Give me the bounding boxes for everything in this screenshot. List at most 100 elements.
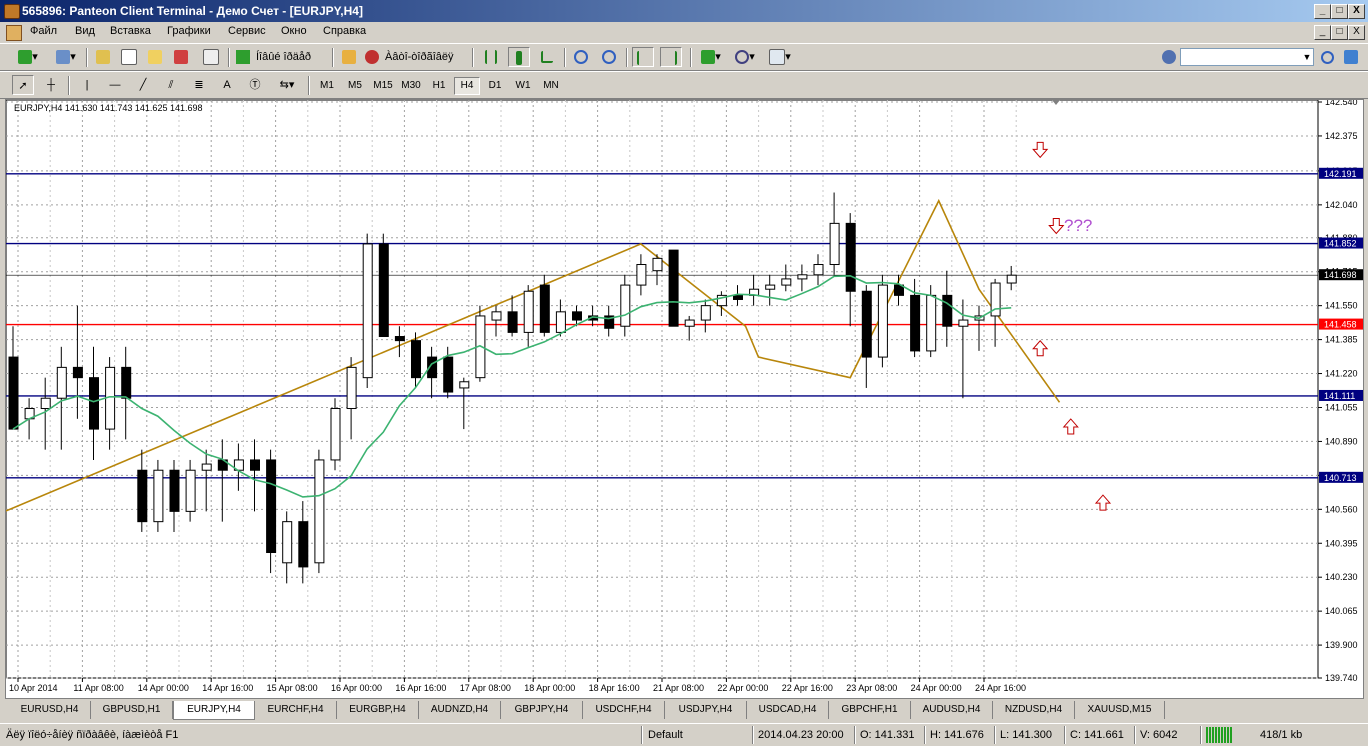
candle-body bbox=[201, 463, 212, 471]
candle bbox=[604, 305, 615, 337]
x-tick-label: 16 Apr 16:00 bbox=[395, 683, 446, 693]
menu-help[interactable]: Справка bbox=[323, 25, 366, 37]
candle-body bbox=[733, 294, 743, 300]
metaeditor-icon[interactable] bbox=[338, 47, 360, 67]
search-input[interactable] bbox=[1180, 48, 1314, 66]
tab-nzdusd-h4[interactable]: NZDUSD,H4 bbox=[993, 701, 1075, 719]
tab-usdchf-h4[interactable]: USDCHF,H4 bbox=[583, 701, 665, 719]
options-gear-icon[interactable] bbox=[1158, 47, 1180, 67]
line-chart-icon[interactable] bbox=[536, 47, 558, 67]
community-icon[interactable] bbox=[1340, 47, 1362, 67]
candle-body bbox=[137, 469, 148, 523]
candle bbox=[749, 274, 760, 306]
new-chart-button[interactable]: ▾ bbox=[12, 47, 44, 67]
y-tick-label: 141.220 bbox=[1325, 369, 1358, 379]
tab-usdcad-h4[interactable]: USDCAD,H4 bbox=[747, 701, 829, 719]
level-price-label: 141.111 bbox=[1324, 391, 1355, 401]
tf-d1[interactable]: D1 bbox=[482, 77, 508, 95]
level-arrow-marker bbox=[1032, 141, 1049, 159]
fibonacci-icon[interactable]: ≣ bbox=[188, 75, 210, 95]
x-tick-label: 22 Apr 00:00 bbox=[717, 683, 768, 693]
navigator-icon[interactable] bbox=[144, 47, 166, 67]
vertical-line-icon[interactable]: | bbox=[76, 75, 98, 95]
tf-w1[interactable]: W1 bbox=[510, 77, 536, 95]
horizontal-line-icon[interactable]: — bbox=[104, 75, 126, 95]
tab-eurchf-h4[interactable]: EURCHF,H4 bbox=[255, 701, 337, 719]
candle-body bbox=[89, 377, 99, 430]
tf-h1[interactable]: H1 bbox=[426, 77, 452, 95]
menu-insert[interactable]: Вставка bbox=[110, 25, 151, 37]
maximize-button[interactable]: □ bbox=[1331, 4, 1348, 19]
candle bbox=[378, 233, 389, 338]
chart-annotation-text: ??? bbox=[1064, 216, 1092, 235]
tab-gbpchf-h1[interactable]: GBPCHF,H1 bbox=[829, 701, 911, 719]
chart-window-icon[interactable] bbox=[6, 25, 22, 41]
level-price-label: 141.458 bbox=[1324, 320, 1357, 330]
bar-chart-icon[interactable] bbox=[480, 47, 502, 67]
market-watch-icon[interactable] bbox=[92, 47, 114, 67]
menu-charts[interactable]: Графики bbox=[167, 25, 211, 37]
profiles-button[interactable]: ▾ bbox=[50, 47, 82, 67]
mdi-close-button[interactable]: X bbox=[1348, 25, 1365, 40]
tf-m30[interactable]: M30 bbox=[398, 77, 424, 95]
chart-shift-icon[interactable] bbox=[660, 47, 682, 67]
templates-button[interactable]: ▾ bbox=[764, 47, 796, 67]
candle-body bbox=[813, 264, 824, 276]
status-low: L: 141.300 bbox=[1000, 729, 1052, 741]
menu-tools[interactable]: Сервис bbox=[228, 25, 266, 37]
candle-body bbox=[250, 459, 260, 471]
zoom-in-icon[interactable] bbox=[570, 47, 592, 67]
text-label-icon[interactable]: Ⓣ bbox=[244, 75, 266, 95]
indicators-button[interactable]: ▾ bbox=[696, 47, 726, 67]
tf-m5[interactable]: M5 bbox=[342, 77, 368, 95]
candle-body bbox=[652, 257, 663, 272]
menu-window[interactable]: Окно bbox=[281, 25, 307, 37]
tab-eurusd-h4[interactable]: EURUSD,H4 bbox=[9, 701, 91, 719]
search-dropdown-icon[interactable]: ▼ bbox=[1300, 48, 1314, 66]
tf-m15[interactable]: M15 bbox=[370, 77, 396, 95]
candle bbox=[861, 285, 872, 388]
mdi-restore-button[interactable]: □ bbox=[1331, 25, 1348, 40]
trendline-icon[interactable]: ╱ bbox=[132, 75, 154, 95]
level-price-label: 140.713 bbox=[1324, 473, 1357, 483]
candle bbox=[894, 274, 904, 306]
tab-audusd-h4[interactable]: AUDUSD,H4 bbox=[911, 701, 993, 719]
tab-xauusd-m15[interactable]: XAUUSD,M15 bbox=[1075, 701, 1165, 719]
menu-file[interactable]: Файл bbox=[30, 25, 57, 37]
tab-gbpusd-h1[interactable]: GBPUSD,H1 bbox=[91, 701, 173, 719]
tf-m1[interactable]: M1 bbox=[314, 77, 340, 95]
tf-mn[interactable]: MN bbox=[538, 77, 564, 95]
auto-scroll-icon[interactable] bbox=[632, 47, 654, 67]
menu-view[interactable]: Вид bbox=[75, 25, 95, 37]
tab-audnzd-h4[interactable]: AUDNZD,H4 bbox=[419, 701, 501, 719]
tf-h4[interactable]: H4 bbox=[454, 77, 480, 95]
terminal-icon[interactable] bbox=[170, 47, 192, 67]
tab-usdjpy-h4[interactable]: USDJPY,H4 bbox=[665, 701, 747, 719]
zoom-out-icon[interactable] bbox=[598, 47, 620, 67]
level-arrow-marker bbox=[1094, 494, 1112, 511]
price-chart[interactable]: 10 Apr 2014 11 Apr 08:00 14 Apr 00:00 14 Ap… bbox=[6, 100, 1363, 698]
autotrading-button[interactable]: Àâòî-òîðãîâëÿ bbox=[365, 47, 465, 67]
candle-body bbox=[877, 284, 888, 358]
search-icon[interactable] bbox=[1316, 47, 1338, 67]
data-window-icon[interactable] bbox=[118, 47, 140, 67]
close-button[interactable]: X bbox=[1348, 4, 1365, 19]
text-tool-button[interactable]: A bbox=[216, 75, 238, 95]
periods-button[interactable]: ▾ bbox=[730, 47, 760, 67]
y-tick-label: 142.040 bbox=[1325, 200, 1358, 210]
tab-eurgbp-h4[interactable]: EURGBP,H4 bbox=[337, 701, 419, 719]
arrows-dropdown-icon[interactable]: ⇆▾ bbox=[272, 75, 302, 95]
minimize-button[interactable]: _ bbox=[1314, 4, 1331, 19]
mdi-minimize-button[interactable]: _ bbox=[1314, 25, 1331, 40]
tester-icon[interactable] bbox=[200, 47, 222, 67]
tab-gbpjpy-h4[interactable]: GBPJPY,H4 bbox=[501, 701, 583, 719]
cursor-icon[interactable]: ➚ bbox=[12, 75, 34, 95]
new-order-button[interactable]: Íîâûé îðäåð bbox=[236, 47, 328, 67]
channel-icon[interactable]: ⫽ bbox=[160, 75, 182, 95]
crosshair-icon[interactable]: ┼ bbox=[40, 75, 62, 95]
chart-window[interactable]: 10 Apr 2014 11 Apr 08:00 14 Apr 00:00 14 Ap… bbox=[5, 99, 1364, 699]
tab-eurjpy-h4[interactable]: EURJPY,H4 bbox=[173, 701, 255, 720]
candle bbox=[346, 357, 357, 440]
candle-body bbox=[491, 311, 502, 321]
candlestick-icon[interactable] bbox=[508, 47, 530, 67]
